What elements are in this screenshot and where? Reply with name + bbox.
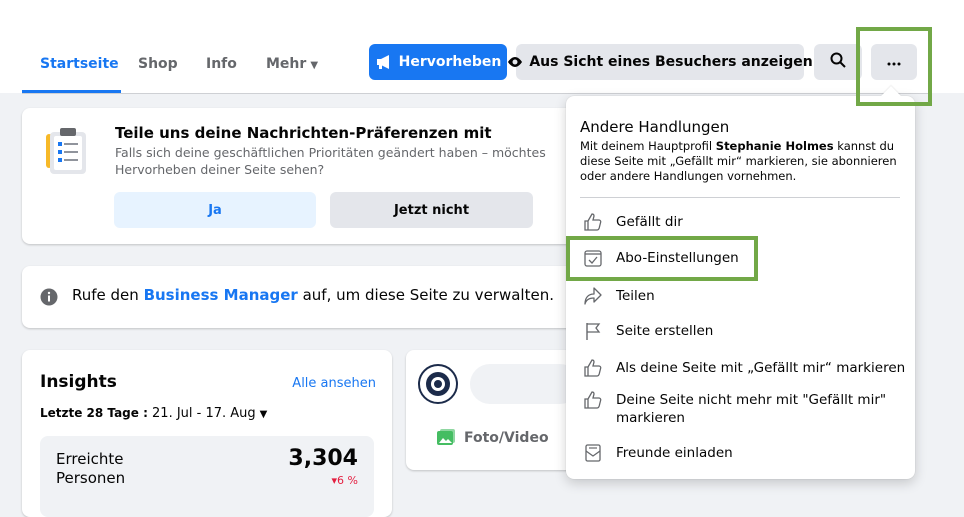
preferences-text-line2: Hervorheben deiner Seite sehen? (115, 162, 325, 177)
photo-video-label: Foto/Video (464, 430, 549, 446)
menu-heading: Andere Handlungen (580, 118, 730, 136)
date-range-value: 21. Jul - 17. Aug (147, 406, 256, 421)
menu-item-label: Deine Seite nicht mehr mit "Gefällt mir"… (616, 392, 887, 426)
menu-item-nicht-mehr-markieren[interactable]: Deine Seite nicht mehr mit "Gefällt mir"… (574, 390, 907, 427)
insights-card: Insights Alle ansehen Letzte 28 Tage : 2… (22, 350, 392, 517)
menu-item-label: Abo-Einstellungen (616, 250, 739, 266)
menu-item-gefaellt-dir[interactable]: Gefällt dir (574, 212, 907, 232)
visitor-view-button[interactable]: Aus Sicht eines Besuchers anzeigen (508, 44, 813, 80)
menu-description: Mit deinem Hauptprofil Stephanie Holmes … (580, 139, 905, 184)
tab-mehr[interactable]: Mehr ▼ (266, 56, 318, 72)
promote-label: Hervorheben (398, 54, 502, 70)
profile-name: Stephanie Holmes (715, 139, 834, 153)
preferences-title: Teile uns deine Nachrichten-Präferenzen … (115, 124, 492, 142)
eye-icon (507, 56, 523, 68)
more-icon (887, 54, 901, 70)
menu-item-teilen[interactable]: Teilen (574, 286, 907, 306)
reach-change: ▾6 % (331, 474, 358, 487)
search-icon (830, 52, 846, 72)
business-manager-link[interactable]: Business Manager (144, 286, 298, 304)
tab-startseite[interactable]: Startseite (40, 56, 119, 72)
tab-shop[interactable]: Shop (138, 56, 178, 72)
share-icon (582, 286, 604, 306)
menu-item-freunde-einladen[interactable]: Freunde einladen (574, 443, 907, 463)
other-actions-menu: Andere Handlungen Mit deinem Hauptprofil… (566, 86, 915, 479)
tab-mehr-label: Mehr (266, 56, 307, 72)
post-input[interactable] (470, 364, 580, 404)
menu-item-label: Gefällt dir (616, 214, 683, 230)
not-now-button[interactable]: Jetzt nicht (330, 192, 533, 228)
business-manager-text: Rufe den Business Manager auf, um diese … (72, 286, 554, 304)
megaphone-icon (375, 54, 393, 70)
flag-icon (582, 321, 604, 341)
subscribe-icon (582, 248, 604, 268)
thumbs-up-icon (582, 358, 604, 378)
preferences-card: Teile uns deine Nachrichten-Präferenzen … (22, 108, 590, 244)
menu-item-label: Seite erstellen (616, 323, 714, 339)
photo-icon (436, 428, 456, 448)
page-avatar-icon[interactable] (418, 364, 458, 404)
menu-item-als-seite-markieren[interactable]: Als deine Seite mit „Gefällt mir“ markie… (574, 358, 907, 378)
more-button[interactable] (871, 44, 917, 80)
reach-metric: Erreichte Personen 3,304 ▾6 % (40, 436, 374, 517)
visitor-view-label: Aus Sicht eines Besuchers anzeigen (529, 54, 813, 70)
business-manager-prefix: Rufe den (72, 286, 144, 304)
photo-video-button[interactable]: Foto/Video (436, 428, 549, 448)
chevron-down-icon: ▼ (310, 60, 319, 71)
menu-item-abo-einstellungen[interactable]: Abo-Einstellungen (574, 248, 907, 268)
menu-item-label: Als deine Seite mit „Gefällt mir“ markie… (616, 360, 906, 376)
date-range-label: Letzte 28 Tage : (40, 406, 148, 420)
thumbs-up-icon (582, 212, 604, 232)
preferences-text-line1: Falls sich deine geschäftlichen Prioritä… (115, 145, 546, 160)
info-icon (40, 288, 58, 310)
menu-item-label: Freunde einladen (616, 445, 733, 461)
menu-divider (580, 197, 900, 198)
business-manager-card: Rufe den Business Manager auf, um diese … (22, 266, 590, 328)
nav-divider (22, 93, 932, 94)
search-button[interactable] (814, 44, 862, 80)
preferences-text: Falls sich deine geschäftlichen Prioritä… (115, 144, 575, 178)
menu-description-prefix: Mit deinem Hauptprofil (580, 139, 716, 153)
thumbs-up-icon (582, 390, 604, 410)
business-manager-suffix: auf, um diese Seite zu verwalten. (297, 286, 554, 304)
reach-label: Erreichte Personen (56, 450, 126, 487)
post-composer-card: Foto/Video (406, 350, 590, 470)
see-all-link[interactable]: Alle ansehen (292, 376, 376, 391)
menu-item-label: Teilen (616, 288, 655, 304)
clipboard-checklist-icon (40, 126, 96, 182)
chevron-down-icon: ▼ (259, 409, 268, 420)
yes-button[interactable]: Ja (114, 192, 316, 228)
date-range-selector[interactable]: Letzte 28 Tage : 21. Jul - 17. Aug ▼ (40, 406, 267, 421)
promote-button[interactable]: Hervorheben (369, 44, 507, 80)
invite-icon (582, 443, 604, 463)
menu-item-seite-erstellen[interactable]: Seite erstellen (574, 321, 907, 341)
reach-value: 3,304 (288, 446, 358, 471)
tab-info[interactable]: Info (206, 56, 237, 72)
insights-title: Insights (40, 372, 117, 392)
